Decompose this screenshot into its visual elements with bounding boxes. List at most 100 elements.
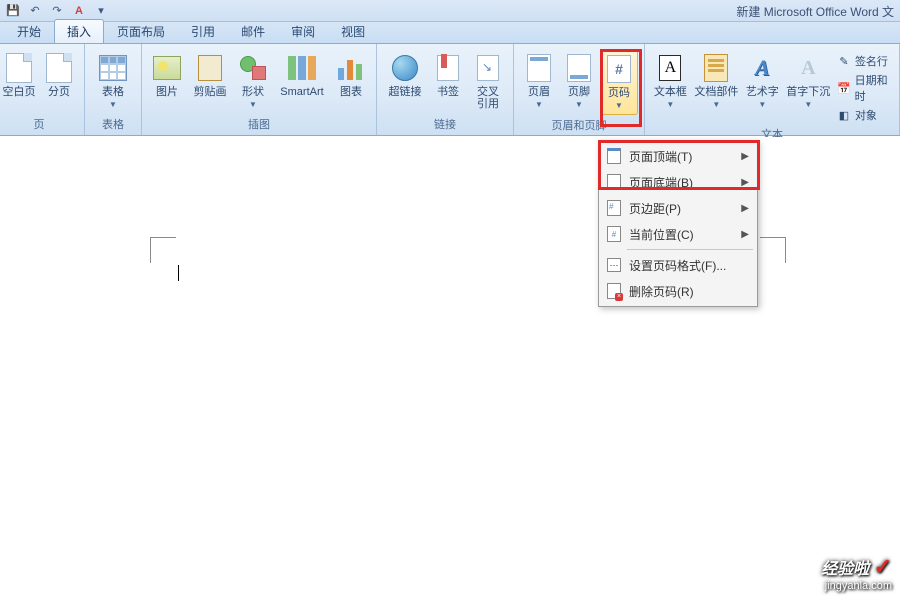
calendar-icon: 📅 xyxy=(837,81,851,95)
chevron-down-icon: ▼ xyxy=(712,100,720,109)
dropcap-button[interactable]: A首字下沉▼ xyxy=(784,50,833,113)
chart-icon xyxy=(338,56,364,80)
tab-home[interactable]: 开始 xyxy=(4,19,54,43)
undo-icon[interactable]: ↶ xyxy=(26,2,44,20)
page-break-icon xyxy=(46,53,72,83)
crossref-icon xyxy=(477,55,499,81)
chevron-down-icon: ▼ xyxy=(615,101,623,110)
text-cursor-caret xyxy=(178,265,179,281)
bookmark-icon xyxy=(437,55,459,81)
page-margins-icon: # xyxy=(605,199,623,217)
group-header-footer: 页眉▼ 页脚▼ # 页码▼ 页眉和页脚 xyxy=(514,44,645,135)
picture-icon xyxy=(153,56,181,80)
group-label-illus: 插图 xyxy=(148,114,370,135)
chevron-right-icon: ▶ xyxy=(741,177,749,188)
page-break-button[interactable]: 分页 xyxy=(40,50,78,100)
group-label-pages: 页 xyxy=(0,114,78,135)
menu-separator xyxy=(627,249,753,250)
menu-item-format-page-numbers[interactable]: ⋯ 设置页码格式(F)... xyxy=(601,252,755,278)
page-margin-corner xyxy=(760,237,786,263)
chevron-down-icon: ▼ xyxy=(535,100,543,109)
bookmark-button[interactable]: 书签 xyxy=(429,50,467,100)
crossref-button[interactable]: 交叉 引用 xyxy=(469,50,507,112)
header-button[interactable]: 页眉▼ xyxy=(520,50,558,113)
group-pages: 空白页 分页 页 xyxy=(0,44,85,135)
wordart-button[interactable]: A艺术字▼ xyxy=(743,50,782,113)
window-title: 新建 Microsoft Office Word 文 xyxy=(736,3,894,20)
quick-parts-icon xyxy=(704,54,728,82)
remove-icon: × xyxy=(605,282,623,300)
chart-button[interactable]: 图表 xyxy=(332,50,370,100)
smartart-icon xyxy=(288,56,316,80)
tab-mailings[interactable]: 邮件 xyxy=(228,19,278,43)
textbox-icon: A xyxy=(659,55,681,81)
object-button[interactable]: ◧对象 xyxy=(835,106,893,124)
wordart-icon: A xyxy=(755,55,770,81)
group-tables: 表格 ▼ 表格 xyxy=(85,44,142,135)
page-number-button[interactable]: # 页码▼ xyxy=(600,50,638,115)
tab-layout[interactable]: 页面布局 xyxy=(104,19,178,43)
chevron-down-icon: ▼ xyxy=(109,100,117,109)
group-label-links: 链接 xyxy=(383,114,507,135)
font-icon[interactable]: A xyxy=(70,2,88,20)
page-top-icon xyxy=(605,147,623,165)
chevron-right-icon: ▶ xyxy=(741,203,749,214)
check-icon: ✓ xyxy=(874,554,892,579)
page-margin-corner xyxy=(150,237,176,263)
group-illustrations: 图片 剪贴画 形状▼ SmartArt 图表 插图 xyxy=(142,44,377,135)
menu-item-remove-page-numbers[interactable]: × 删除页码(R) xyxy=(601,278,755,304)
textbox-button[interactable]: A文本框▼ xyxy=(651,50,690,113)
text-mini-list: ✎签名行 📅日期和时 ◧对象 xyxy=(835,50,893,124)
page-bottom-icon xyxy=(605,173,623,191)
format-icon: ⋯ xyxy=(605,256,623,274)
menu-item-current-position[interactable]: # 当前位置(C) ▶ xyxy=(601,221,755,247)
group-text: A文本框▼ 文档部件▼ A艺术字▼ A首字下沉▼ ✎签名行 📅日期和时 ◧对象 … xyxy=(645,44,900,135)
chevron-down-icon: ▼ xyxy=(249,100,257,109)
page-number-icon: # xyxy=(607,55,631,83)
chevron-right-icon: ▶ xyxy=(741,151,749,162)
qat-customize-icon[interactable]: ▾ xyxy=(92,2,110,20)
clipart-button[interactable]: 剪贴画 xyxy=(188,50,232,100)
quick-access-toolbar: 💾 ↶ ↷ A ▾ xyxy=(4,2,110,20)
footer-icon xyxy=(567,54,591,82)
ribbon: 空白页 分页 页 表格 ▼ 表格 图片 剪贴画 形状▼ SmartArt 图表 插… xyxy=(0,44,900,136)
footer-button[interactable]: 页脚▼ xyxy=(560,50,598,113)
tab-references[interactable]: 引用 xyxy=(178,19,228,43)
tab-view[interactable]: 视图 xyxy=(328,19,378,43)
date-time-button[interactable]: 📅日期和时 xyxy=(835,71,893,105)
watermark: 经验啦 ✓ jingyanla.com xyxy=(821,559,892,594)
chevron-down-icon: ▼ xyxy=(758,100,766,109)
ribbon-tabs: 开始 插入 页面布局 引用 邮件 审阅 视图 xyxy=(0,22,900,44)
signature-line-button[interactable]: ✎签名行 xyxy=(835,52,893,70)
clipart-icon xyxy=(198,55,222,81)
chevron-down-icon: ▼ xyxy=(804,100,812,109)
menu-item-page-top[interactable]: 页面顶端(T) ▶ xyxy=(601,143,755,169)
object-icon: ◧ xyxy=(837,108,851,122)
menu-item-page-bottom[interactable]: 页面底端(B) ▶ xyxy=(601,169,755,195)
cover-page-button[interactable]: 空白页 xyxy=(0,50,38,100)
group-label-tables: 表格 xyxy=(91,114,135,135)
picture-button[interactable]: 图片 xyxy=(148,50,186,100)
dropcap-icon: A xyxy=(801,57,815,80)
table-label: 表格 xyxy=(102,86,124,98)
table-button[interactable]: 表格 ▼ xyxy=(91,50,135,113)
smartart-button[interactable]: SmartArt xyxy=(274,50,330,100)
document-area[interactable] xyxy=(0,137,900,600)
shapes-button[interactable]: 形状▼ xyxy=(234,50,272,113)
signature-icon: ✎ xyxy=(837,54,851,68)
hyperlink-button[interactable]: 超链接 xyxy=(383,50,427,100)
menu-item-page-margins[interactable]: # 页边距(P) ▶ xyxy=(601,195,755,221)
table-icon xyxy=(99,55,127,81)
header-icon xyxy=(527,54,551,82)
group-links: 超链接 书签 交叉 引用 链接 xyxy=(377,44,514,135)
chevron-down-icon: ▼ xyxy=(666,100,674,109)
tab-review[interactable]: 审阅 xyxy=(278,19,328,43)
save-icon[interactable]: 💾 xyxy=(4,2,22,20)
tab-insert[interactable]: 插入 xyxy=(54,19,104,43)
redo-icon[interactable]: ↷ xyxy=(48,2,66,20)
current-position-icon: # xyxy=(605,225,623,243)
globe-icon xyxy=(392,55,418,81)
shapes-icon xyxy=(240,56,266,80)
cover-page-label: 空白页 xyxy=(3,86,36,98)
quick-parts-button[interactable]: 文档部件▼ xyxy=(692,50,741,113)
